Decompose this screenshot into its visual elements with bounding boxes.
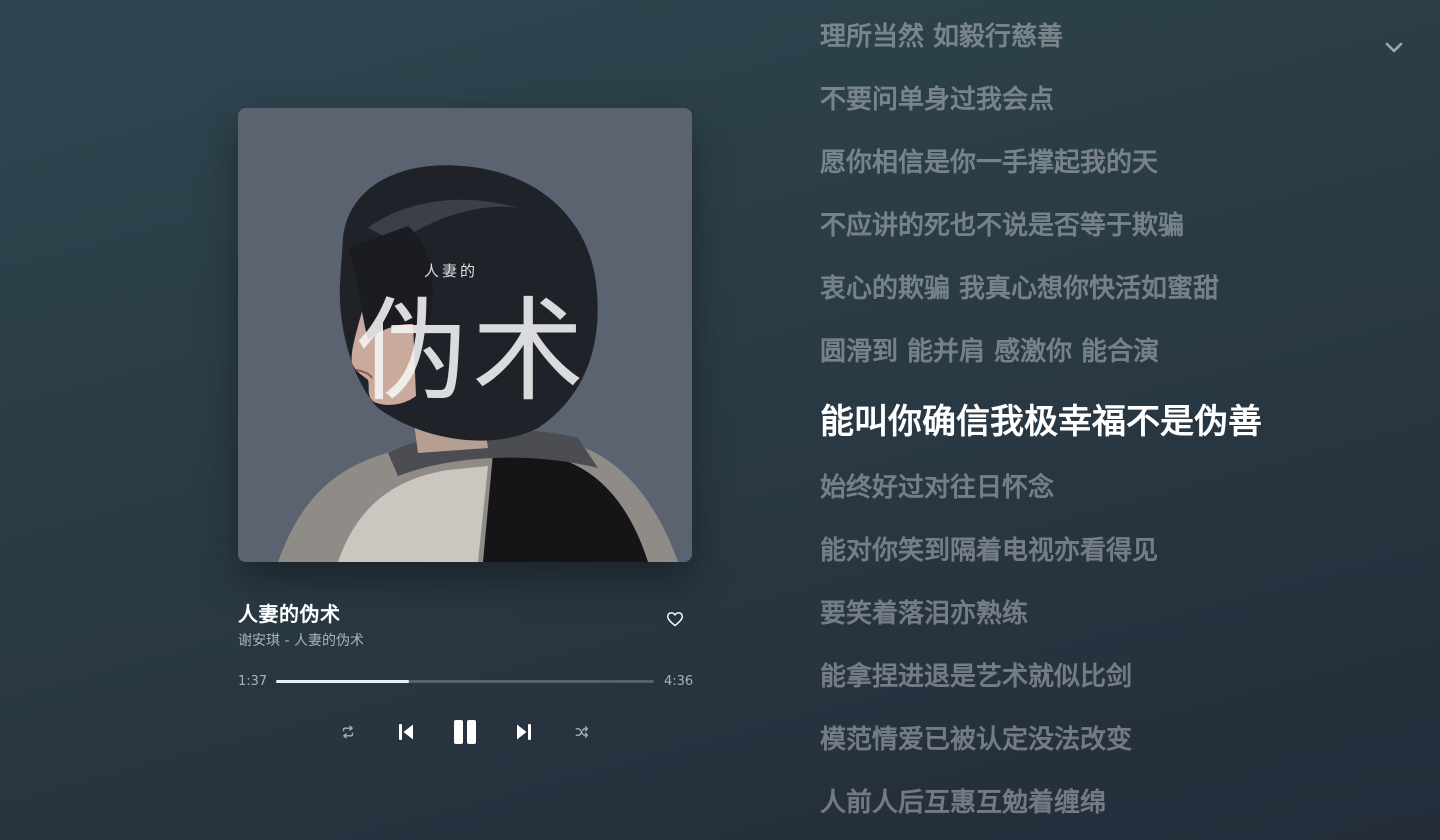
progress-bar[interactable] (276, 680, 654, 683)
lyric-line[interactable]: 衷心的欺骗 我真心想你快活如蜜甜 (820, 268, 1219, 305)
lyric-line[interactable]: 愿你相信是你一手撑起我的天 (820, 142, 1158, 179)
lyric-line-active[interactable]: 能叫你确信我极幸福不是伪善 (820, 394, 1262, 443)
heart-outline-icon (667, 612, 683, 627)
pause-button[interactable] (450, 712, 480, 752)
next-track-button[interactable] (512, 712, 536, 752)
cover-title-text: 伪术 (356, 287, 588, 417)
cover-small-text: 人妻的 (424, 262, 478, 280)
elapsed-time: 1:37 (238, 674, 268, 689)
chevron-down-icon (1385, 42, 1403, 53)
album-cover: 人妻的 伪术 (238, 108, 692, 562)
lyric-line[interactable]: 不要问单身过我会点 (820, 79, 1054, 116)
lyric-line[interactable]: 要笑着落泪亦熟练 (820, 593, 1028, 630)
lyric-line[interactable]: 人前人后互惠互勉着缠绵 (820, 782, 1106, 819)
shuffle-icon (575, 726, 589, 738)
lyrics-panel[interactable]: 理所当然 如毅行慈善 不要问单身过我会点 愿你相信是你一手撑起我的天 不应讲的死… (820, 0, 1360, 840)
collapse-player-button[interactable] (1378, 34, 1410, 62)
repeat-icon (342, 725, 354, 739)
shuffle-button[interactable] (570, 712, 594, 752)
lyric-line[interactable]: 理所当然 如毅行慈善 (820, 16, 1063, 53)
song-title: 人妻的伪术 (238, 602, 341, 626)
lyric-line[interactable]: 能拿捏进退是艺术就似比剑 (820, 656, 1132, 693)
progress-fill (276, 680, 409, 683)
skip-previous-icon (399, 724, 413, 740)
skip-next-icon (517, 724, 531, 740)
playback-controls (238, 712, 692, 752)
lyric-line[interactable]: 能对你笑到隔着电视亦看得见 (820, 530, 1158, 567)
song-artist-album[interactable]: 谢安琪 - 人妻的伪术 (238, 630, 364, 650)
previous-track-button[interactable] (394, 712, 418, 752)
lyric-line[interactable]: 圆滑到 能并肩 感激你 能合演 (820, 331, 1159, 368)
lyric-line[interactable]: 始终好过对往日怀念 (820, 467, 1054, 504)
lyric-line[interactable]: 模范情爱已被认定没法改变 (820, 719, 1132, 756)
lyric-line[interactable]: 不应讲的死也不说是否等于欺骗 (820, 205, 1184, 242)
like-button[interactable] (664, 608, 686, 630)
total-time: 4:36 (664, 674, 694, 689)
pause-icon (454, 720, 476, 744)
repeat-button[interactable] (336, 712, 360, 752)
